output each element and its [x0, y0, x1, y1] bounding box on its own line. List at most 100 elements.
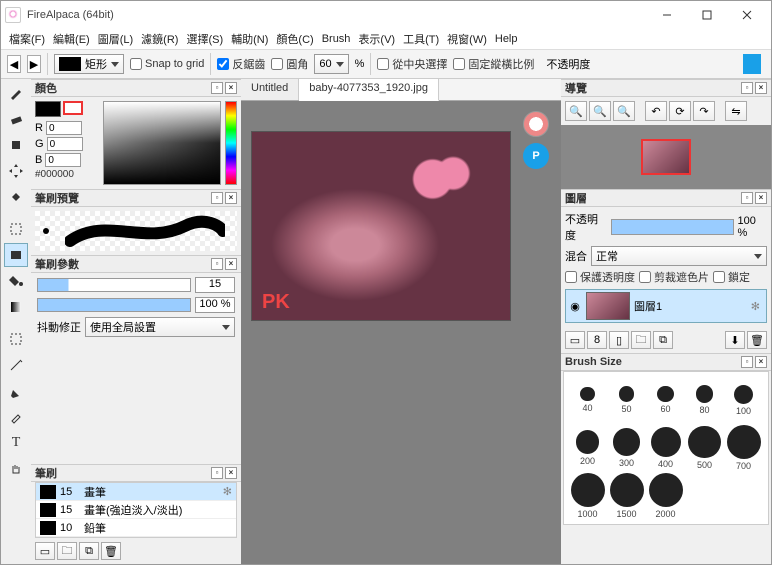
menu-tool[interactable]: 工具(T): [403, 31, 439, 47]
merge-down-button[interactable]: ⬇: [725, 331, 745, 349]
nav-viewport[interactable]: [641, 139, 691, 175]
flip-button[interactable]: ⇋: [725, 101, 747, 121]
menu-color[interactable]: 顏色(C): [276, 31, 313, 47]
new-layer-8bit-button[interactable]: 8: [587, 331, 607, 349]
close-icon[interactable]: ×: [225, 82, 237, 94]
brush-item[interactable]: 15畫筆(強迫淡入/淡出): [36, 501, 236, 519]
minimize-button[interactable]: [647, 3, 687, 27]
brush-size-cell[interactable]: 1500: [607, 472, 646, 520]
gradient-tool[interactable]: [4, 295, 28, 319]
opacity-indicator[interactable]: [743, 54, 761, 74]
gear-icon[interactable]: ✻: [223, 485, 232, 498]
color-panel-header[interactable]: 顏色 ▫×: [31, 79, 241, 97]
brush-tool[interactable]: [4, 81, 28, 105]
b-input[interactable]: [45, 153, 81, 167]
round-value-combo[interactable]: 60: [314, 54, 348, 74]
new-folder-button[interactable]: 🗀: [631, 331, 651, 349]
menu-brush[interactable]: Brush: [322, 33, 351, 45]
opacity-value[interactable]: 100 %: [195, 297, 235, 313]
snap-checkbox[interactable]: Snap to grid: [130, 58, 204, 70]
new-layer-button[interactable]: ▭: [565, 331, 585, 349]
gear-icon[interactable]: ✻: [751, 300, 760, 313]
close-icon[interactable]: ×: [225, 192, 237, 204]
shape-tool[interactable]: [4, 243, 28, 267]
antialias-checkbox[interactable]: 反鋸齒: [217, 56, 265, 72]
magic-wand-tool[interactable]: [4, 353, 28, 377]
navigator-thumbnail[interactable]: [561, 125, 771, 189]
rotate-left-button[interactable]: ↶: [645, 101, 667, 121]
brush-size-cell[interactable]: 500: [685, 424, 724, 472]
close-icon[interactable]: ×: [755, 82, 767, 94]
canvas[interactable]: P: [241, 101, 561, 564]
fixratio-checkbox[interactable]: 固定縱橫比例: [453, 56, 534, 72]
menu-help[interactable]: Help: [495, 33, 518, 45]
close-icon[interactable]: ×: [755, 192, 767, 204]
undock-icon[interactable]: ▫: [211, 82, 223, 94]
center-checkbox[interactable]: 從中央選擇: [377, 56, 447, 72]
brush-list-header[interactable]: 筆刷 ▫×: [31, 464, 241, 482]
close-icon[interactable]: ×: [225, 467, 237, 479]
g-input[interactable]: [47, 137, 83, 151]
undock-icon[interactable]: ▫: [211, 192, 223, 204]
nav-prev-button[interactable]: ◀: [7, 55, 21, 73]
brush-params-header[interactable]: 筆刷參數 ▫×: [31, 255, 241, 273]
zoom-in-button[interactable]: 🔍: [565, 101, 587, 121]
opacity-slider[interactable]: [37, 298, 191, 312]
round-checkbox[interactable]: 圓角: [271, 56, 308, 72]
visibility-icon[interactable]: ◉: [568, 300, 582, 313]
bucket-tool[interactable]: [4, 269, 28, 293]
close-icon[interactable]: ×: [755, 356, 767, 368]
maximize-button[interactable]: [687, 3, 727, 27]
brush-size-cell[interactable]: 200: [568, 424, 607, 472]
brush-size-cell[interactable]: 700: [724, 424, 763, 472]
avatar-firealpaca-icon[interactable]: [523, 111, 549, 137]
nav-next-button[interactable]: ▶: [27, 55, 41, 73]
rotate-reset-button[interactable]: ⟳: [669, 101, 691, 121]
undock-icon[interactable]: ▫: [741, 82, 753, 94]
clipping-checkbox[interactable]: 剪裁遮色片: [639, 269, 709, 285]
blend-combo[interactable]: 正常: [591, 246, 767, 266]
protect-alpha-checkbox[interactable]: 保護透明度: [565, 269, 635, 285]
rotate-right-button[interactable]: ↷: [693, 101, 715, 121]
foreground-swatch[interactable]: [35, 101, 61, 117]
brush-size-cell[interactable]: 400: [646, 424, 685, 472]
undock-icon[interactable]: ▫: [741, 356, 753, 368]
brush-size-cell[interactable]: 40: [568, 376, 607, 424]
zoom-out-button[interactable]: 🔍: [589, 101, 611, 121]
r-input[interactable]: [46, 121, 82, 135]
menu-view[interactable]: 表示(V): [358, 31, 395, 47]
brush-size-cell[interactable]: 100: [724, 376, 763, 424]
close-button[interactable]: [727, 3, 767, 27]
lock-checkbox[interactable]: 鎖定: [713, 269, 750, 285]
brush-item[interactable]: 10鉛筆: [36, 519, 236, 537]
move-tool[interactable]: [4, 159, 28, 183]
menu-layer[interactable]: 圖層(L): [98, 31, 133, 47]
dot-tool[interactable]: [4, 133, 28, 157]
add-brush-button[interactable]: ▭: [35, 542, 55, 560]
menu-edit[interactable]: 編輯(E): [53, 31, 90, 47]
hue-slider[interactable]: [225, 101, 237, 185]
brush-preview-header[interactable]: 筆刷預覽 ▫×: [31, 189, 241, 207]
text-tool[interactable]: T: [4, 431, 28, 455]
shape-combo[interactable]: 矩形: [54, 54, 124, 74]
undock-icon[interactable]: ▫: [211, 258, 223, 270]
duplicate-layer-button[interactable]: ⧉: [653, 331, 673, 349]
size-value[interactable]: 15: [195, 277, 235, 293]
zoom-fit-button[interactable]: 🔍: [613, 101, 635, 121]
delete-layer-button[interactable]: 🗑: [747, 331, 767, 349]
brush-size-cell[interactable]: 300: [607, 424, 646, 472]
menu-assist[interactable]: 輔助(N): [231, 31, 268, 47]
duplicate-button[interactable]: ⧉: [79, 542, 99, 560]
hand-tool[interactable]: [4, 457, 28, 481]
layers-header[interactable]: 圖層 ▫×: [561, 189, 771, 207]
brush-size-cell[interactable]: 80: [685, 376, 724, 424]
select-rect-tool[interactable]: [4, 217, 28, 241]
folder-button[interactable]: 🗀: [57, 542, 77, 560]
menu-window[interactable]: 視窗(W): [447, 31, 487, 47]
undock-icon[interactable]: ▫: [741, 192, 753, 204]
avatar-pixiv-icon[interactable]: P: [523, 143, 549, 169]
brush-size-cell[interactable]: 1000: [568, 472, 607, 520]
layer-item[interactable]: ◉ 圖層1 ✻: [565, 289, 767, 323]
tab-untitled[interactable]: Untitled: [241, 79, 299, 100]
lasso-tool[interactable]: [4, 327, 28, 351]
